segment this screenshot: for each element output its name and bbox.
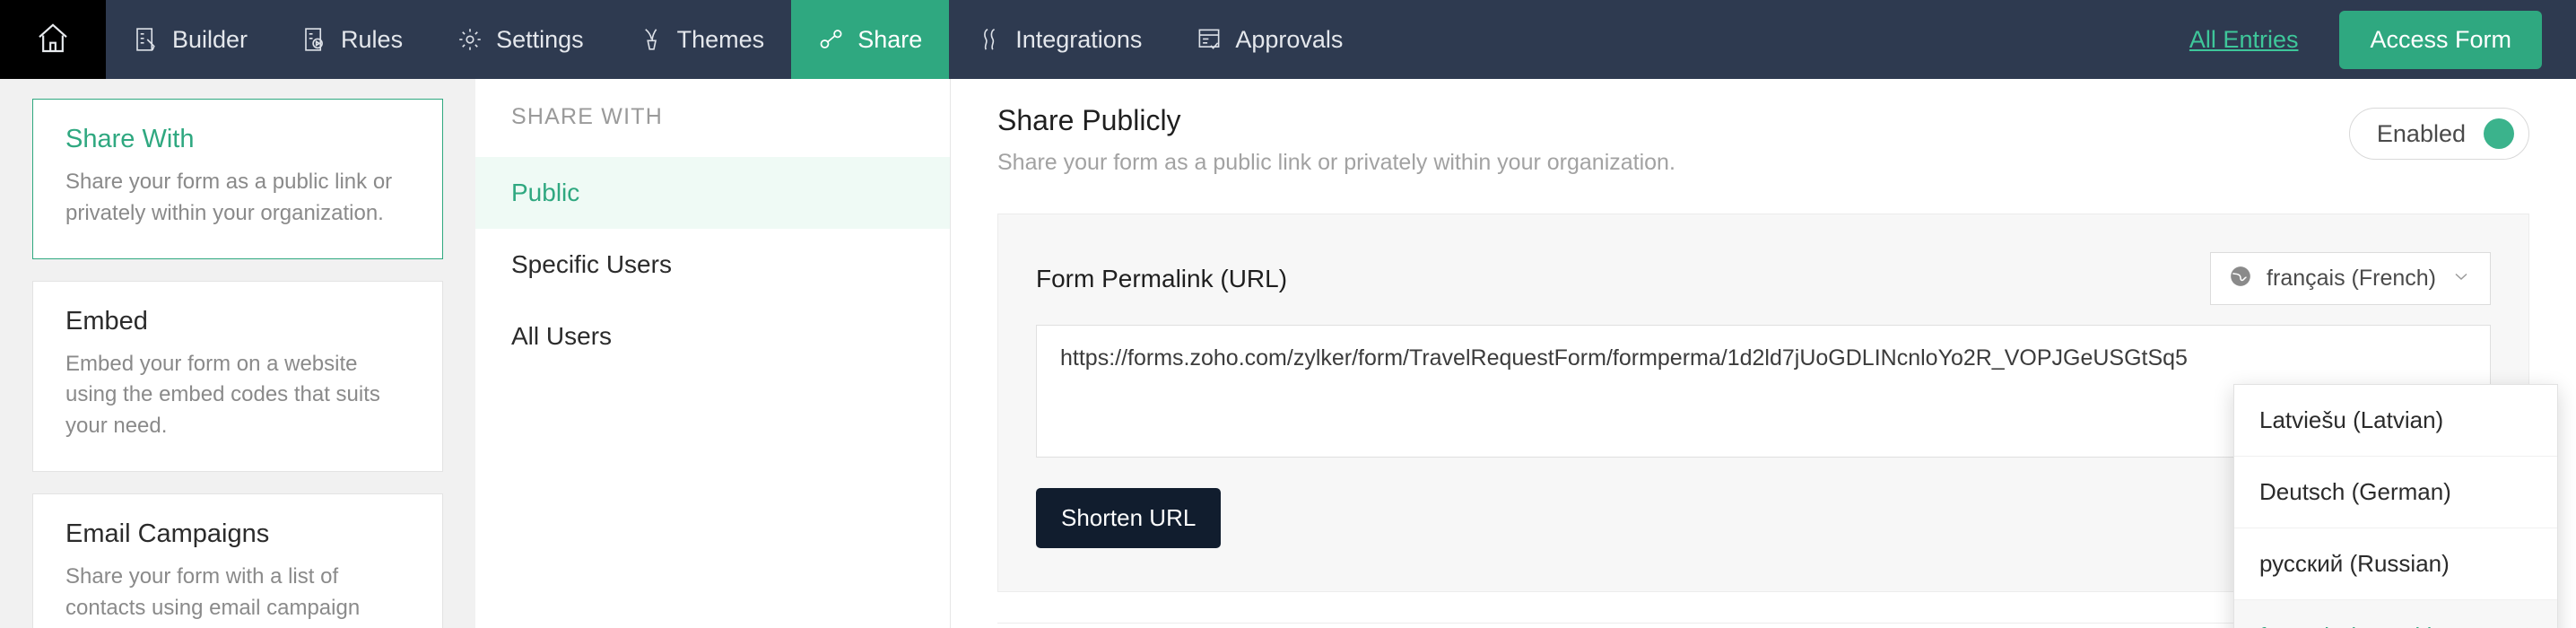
menu-item-public[interactable]: Public (475, 157, 950, 229)
language-dropdown-menu: Latviešu (Latvian) Deutsch (German) русс… (2233, 384, 2558, 628)
language-select[interactable]: français (French) (2210, 252, 2491, 305)
menu-item-all-users[interactable]: All Users (475, 301, 950, 372)
card-description: Share your form as a public link or priv… (65, 167, 410, 230)
nav-item-settings[interactable]: Settings (430, 0, 611, 79)
access-form-button[interactable]: Access Form (2339, 11, 2542, 69)
share-publicly-panel: Share Publicly Share your form as a publ… (951, 79, 2576, 628)
page-title: Share Publicly (997, 104, 2349, 137)
share-node-icon (818, 26, 845, 53)
card-description: Share your form with a list of contacts … (65, 562, 410, 628)
themes-brush-icon (638, 26, 665, 53)
menu-item-label: All Users (511, 322, 612, 350)
nav-label-integrations: Integrations (1015, 26, 1142, 54)
nav-label-share: Share (857, 26, 922, 54)
enabled-toggle-label: Enabled (2377, 120, 2466, 148)
check-icon (2509, 622, 2532, 628)
home-icon (35, 20, 71, 60)
language-option-label: Deutsch (German) (2259, 478, 2451, 506)
language-option-russian[interactable]: русский (Russian) (2234, 528, 2557, 600)
nav-item-integrations[interactable]: Integrations (949, 0, 1169, 79)
menu-item-specific-users[interactable]: Specific Users (475, 229, 950, 301)
nav-item-approvals[interactable]: Approvals (1169, 0, 1370, 79)
panel-header: Share Publicly Share your form as a publ… (997, 104, 2529, 176)
gear-icon (457, 26, 483, 53)
card-email-campaigns[interactable]: Email Campaigns Share your form with a l… (32, 493, 443, 628)
rules-icon (301, 26, 328, 53)
card-title: Share With (65, 125, 410, 154)
page-subtitle: Share your form as a public link or priv… (997, 150, 2349, 176)
nav-item-list: Builder Rules Settings (106, 0, 1370, 79)
nav-label-approvals: Approvals (1235, 26, 1343, 54)
globe-icon (2229, 265, 2252, 292)
language-option-label: français (French) (2259, 623, 2436, 628)
language-option-french[interactable]: français (French) (2234, 600, 2557, 628)
language-option-latvian[interactable]: Latviešu (Latvian) (2234, 385, 2557, 457)
home-button[interactable] (0, 0, 106, 79)
permalink-row: Form Permalink (URL) français (French) (1036, 252, 2491, 305)
shorten-url-button[interactable]: Shorten URL (1036, 488, 1221, 548)
nav-item-builder[interactable]: Builder (106, 0, 274, 79)
top-navigation-bar: Builder Rules Settings (0, 0, 2576, 79)
nav-label-themes: Themes (677, 26, 765, 54)
language-option-label: русский (Russian) (2259, 550, 2450, 578)
nav-label-settings: Settings (496, 26, 584, 54)
nav-label-builder: Builder (172, 26, 248, 54)
menu-item-label: Specific Users (511, 250, 672, 278)
share-option-cards: Share With Share your form as a public l… (0, 79, 475, 628)
card-embed[interactable]: Embed Embed your form on a website using… (32, 281, 443, 472)
nav-label-rules: Rules (341, 26, 403, 54)
nav-item-share[interactable]: Share (791, 0, 949, 79)
enabled-toggle[interactable]: Enabled (2349, 108, 2529, 160)
all-entries-link[interactable]: All Entries (2189, 26, 2299, 54)
builder-icon (133, 26, 160, 53)
card-share-with[interactable]: Share With Share your form as a public l… (32, 99, 443, 259)
approvals-icon (1196, 26, 1223, 53)
toggle-knob (2484, 118, 2514, 149)
nav-item-rules[interactable]: Rules (274, 0, 430, 79)
share-with-heading: SHARE WITH (475, 104, 950, 157)
nav-right-actions: All Entries Access Form (2189, 0, 2576, 79)
integrations-icon (976, 26, 1003, 53)
language-option-label: Latviešu (Latvian) (2259, 406, 2443, 434)
share-with-menu: SHARE WITH Public Specific Users All Use… (475, 79, 951, 628)
card-description: Embed your form on a website using the e… (65, 349, 410, 442)
workspace: Share With Share your form as a public l… (0, 79, 2576, 628)
card-title: Embed (65, 307, 410, 336)
language-option-german[interactable]: Deutsch (German) (2234, 457, 2557, 528)
chevron-down-icon (2450, 266, 2472, 292)
language-select-value: français (French) (2267, 266, 2436, 292)
card-title: Email Campaigns (65, 519, 410, 549)
menu-item-label: Public (511, 179, 579, 206)
permalink-label: Form Permalink (URL) (1036, 265, 1287, 293)
nav-item-themes[interactable]: Themes (611, 0, 792, 79)
